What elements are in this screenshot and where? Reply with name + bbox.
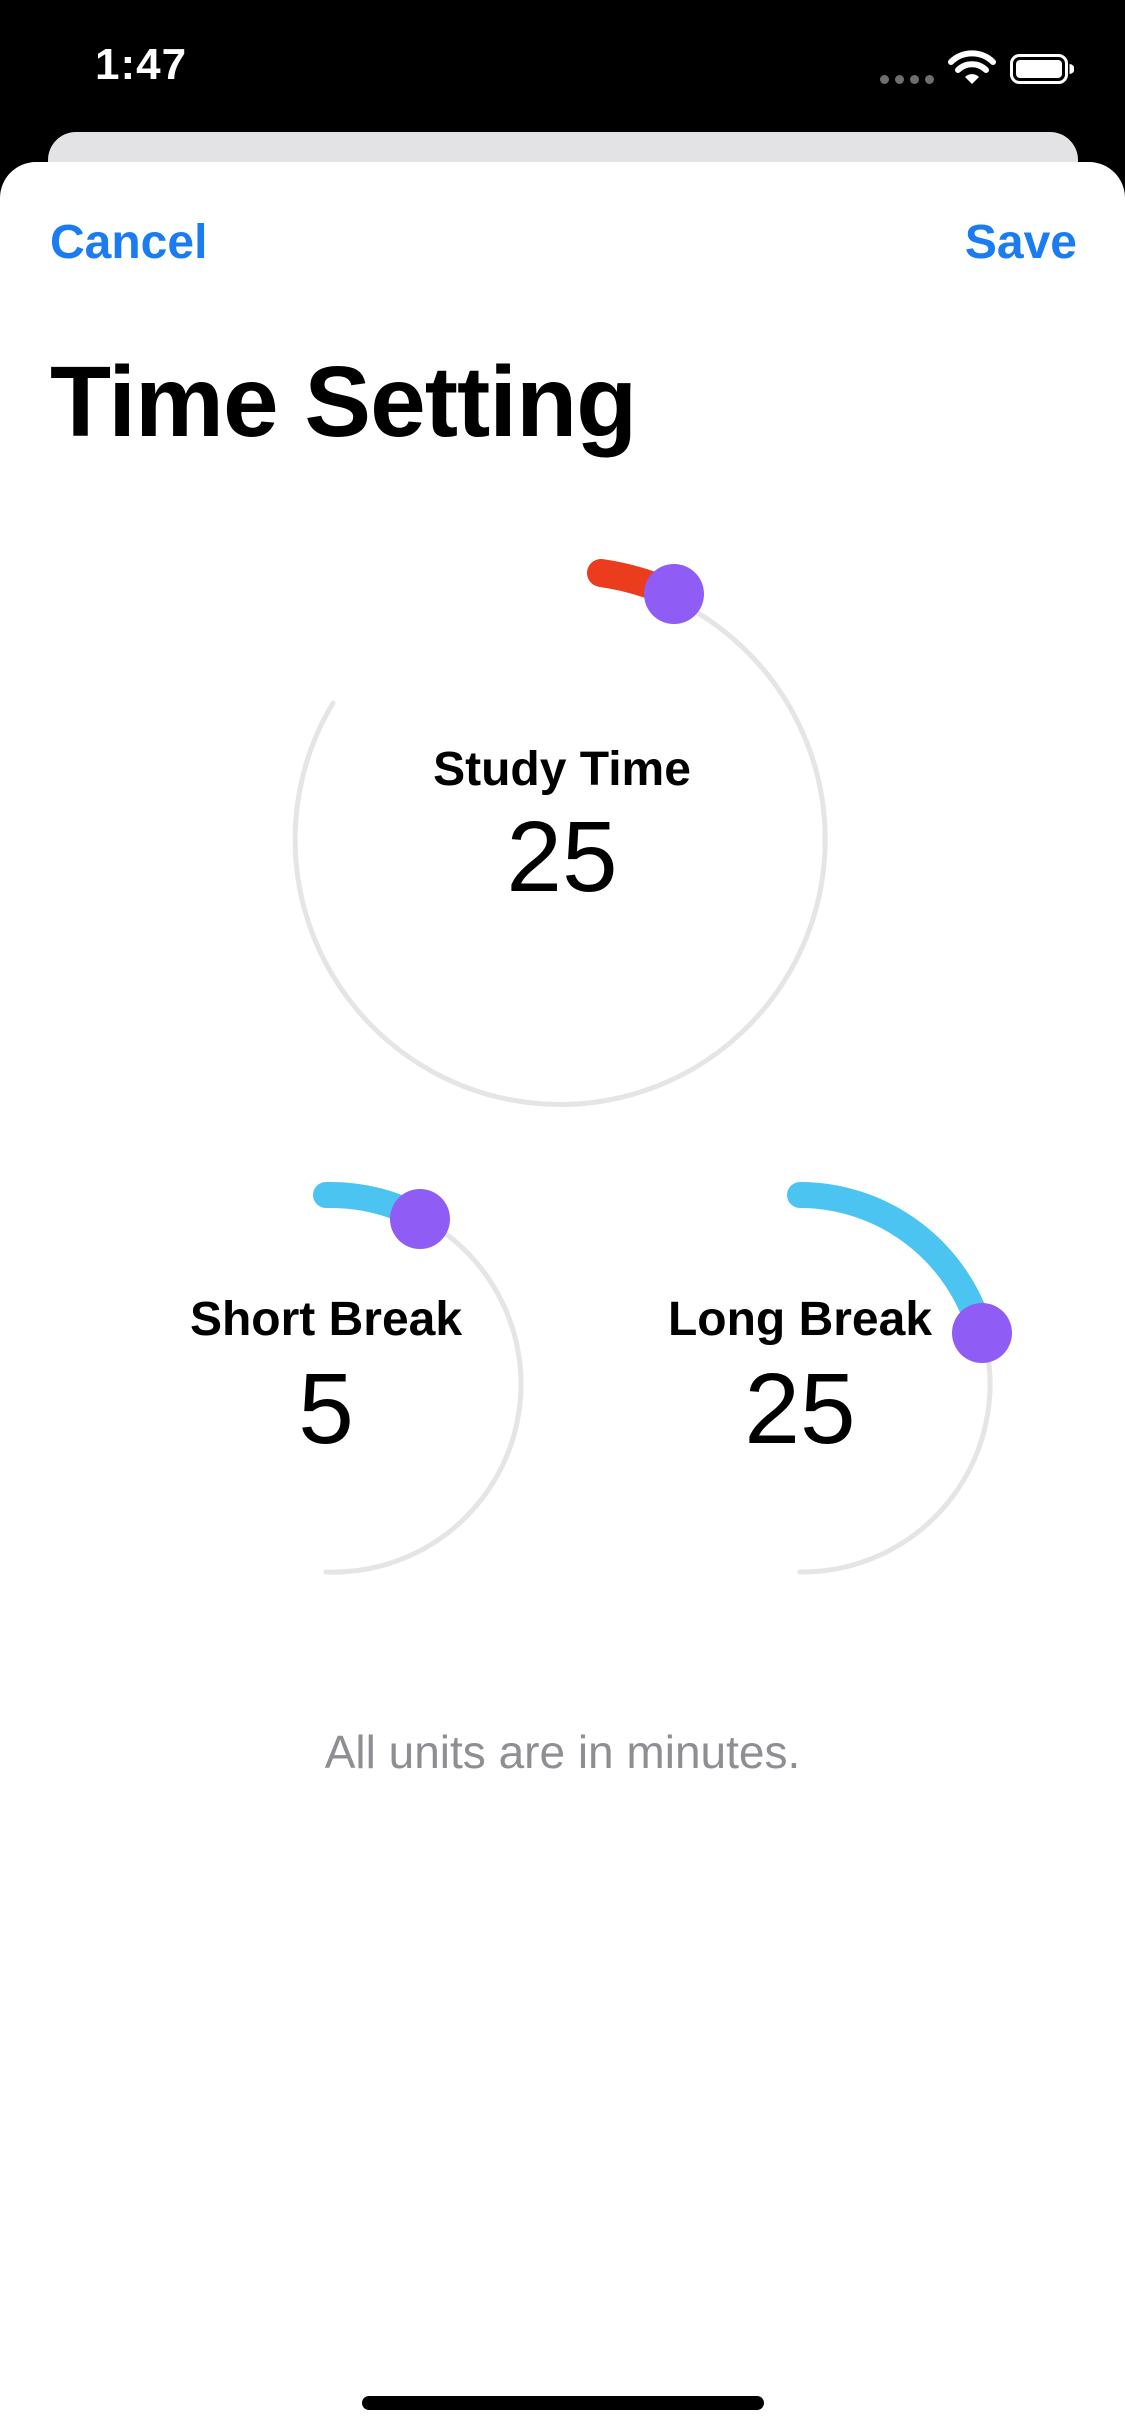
screen: 1:47 Cancel Save Time Setting Study Time… (0, 0, 1125, 2436)
units-footnote: All units are in minutes. (324, 1726, 801, 1778)
study-time-label: Study Time (433, 743, 691, 796)
study-time-knob (644, 564, 704, 624)
dials-canvas (292, 559, 1012, 1575)
short-break-label: Short Break (189, 1293, 463, 1346)
short-break-value: 5 (298, 1353, 354, 1465)
short-break-knob (390, 1189, 450, 1249)
long-break-label: Long Break (667, 1293, 933, 1346)
home-indicator (362, 2396, 764, 2410)
study-time-value: 25 (506, 801, 618, 913)
long-break-value: 25 (744, 1353, 856, 1465)
